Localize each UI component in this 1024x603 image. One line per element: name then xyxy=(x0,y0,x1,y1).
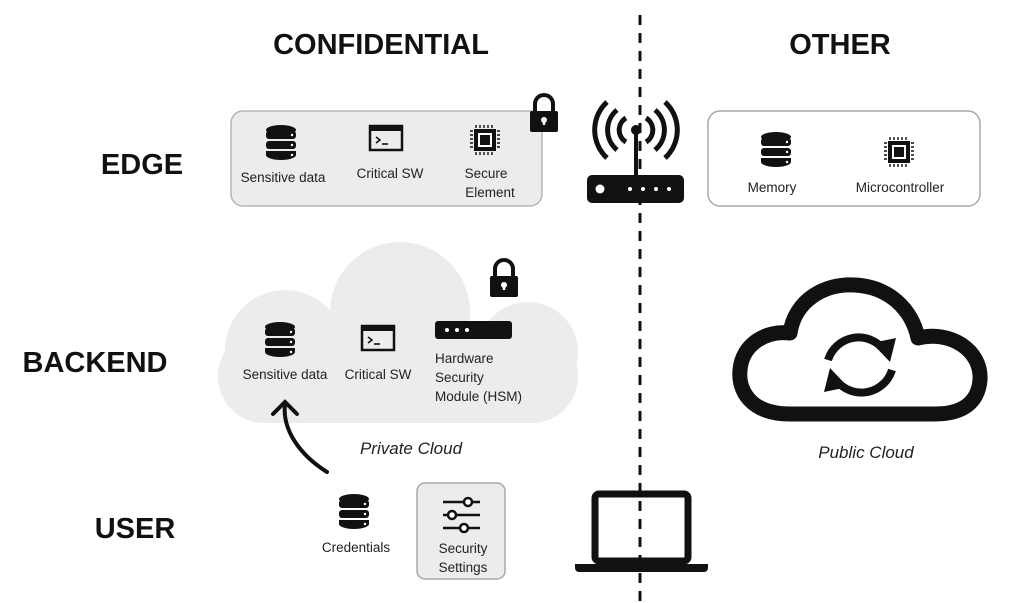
item-label: Hardware xyxy=(435,351,494,366)
private-cloud: Sensitive data Critical SW Hardware Secu… xyxy=(218,242,578,423)
database-icon xyxy=(761,132,791,167)
row-heading-edge: EDGE xyxy=(101,149,183,181)
item-label: Settings xyxy=(439,560,488,575)
edge-confidential-box: Sensitive data Critical SW Secure Elemen… xyxy=(230,110,543,207)
private-cloud-caption: Private Cloud xyxy=(360,439,463,458)
item-label: Critical SW xyxy=(345,367,412,382)
item-label: Element xyxy=(465,185,515,200)
item-label: Secure xyxy=(465,166,508,181)
item-label: Security xyxy=(435,370,484,385)
row-heading-user: USER xyxy=(95,513,176,545)
column-heading-other: OTHER xyxy=(789,29,891,61)
item-label: Critical SW xyxy=(357,166,424,181)
database-icon xyxy=(265,322,295,357)
security-settings-box: Security Settings xyxy=(416,482,506,580)
public-cloud-caption: Public Cloud xyxy=(818,443,914,462)
item-label: Module (HSM) xyxy=(435,389,522,404)
lock-icon xyxy=(528,93,560,134)
item-label: Credentials xyxy=(322,540,391,555)
item-label: Sensitive data xyxy=(243,367,328,382)
column-heading-confidential: CONFIDENTIAL xyxy=(273,29,489,61)
item-label: Security xyxy=(439,541,488,556)
diagram: CONFIDENTIAL OTHER EDGE BACKEND USER Sen… xyxy=(23,15,988,603)
row-heading-backend: BACKEND xyxy=(23,347,168,379)
lock-icon xyxy=(488,258,520,299)
item-label: Memory xyxy=(748,180,797,195)
edge-other-box: Memory Microcontroller xyxy=(707,110,981,207)
database-icon xyxy=(339,494,369,529)
sliders-icon xyxy=(443,496,480,534)
wifi-router-icon xyxy=(587,100,684,203)
item-label: Microcontroller xyxy=(856,180,945,195)
hsm-icon xyxy=(435,321,512,339)
chip-icon xyxy=(469,124,501,156)
database-icon xyxy=(266,125,296,160)
cloud-sync-icon xyxy=(732,277,988,422)
item-label: Sensitive data xyxy=(241,170,326,185)
chip-icon xyxy=(883,136,915,168)
